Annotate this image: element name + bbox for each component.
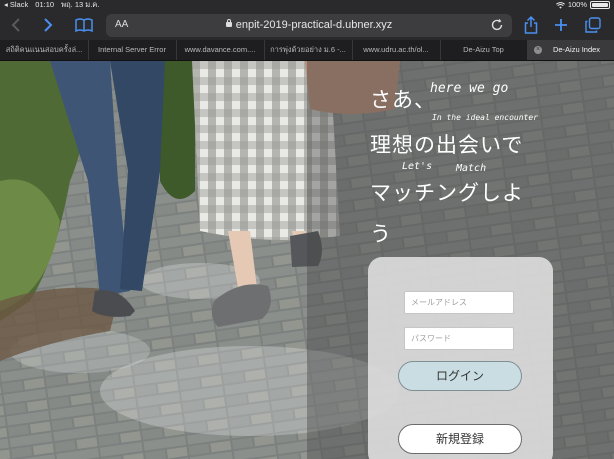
tab-4[interactable]: การพุ่งด้วยอย่าง ม.6 -... (264, 40, 353, 60)
headline-line-3: マッチングしよ (370, 181, 524, 205)
tab-label: De-Aizu Top (463, 45, 504, 54)
headline-line-4: う (370, 222, 392, 246)
hand-note-1: here we go (430, 81, 509, 96)
status-time: 01:10 (35, 0, 55, 9)
register-button[interactable]: 新規登録 (398, 424, 522, 454)
tab-label: การพุ่งด้วยอย่าง ม.6 -... (270, 45, 346, 54)
tab-label: www.davance.com.... (184, 45, 256, 54)
back-to-app-label[interactable]: ◂ Slack (4, 0, 28, 9)
reload-icon[interactable] (491, 18, 504, 32)
bookmarks-icon[interactable] (74, 15, 94, 35)
close-tab-icon[interactable]: × (534, 46, 542, 54)
tab-2[interactable]: Internal Server Error (88, 40, 177, 60)
status-bar: ◂ Slack 01:10 พฤ. 13 ม.ค. 100% (0, 0, 614, 10)
battery-percent: 100% (567, 0, 587, 9)
headline-line-2: 理想の出会いで (370, 133, 524, 157)
url-text: enpit-2019-practical-d.ubner.xyz (235, 19, 393, 31)
forward-icon[interactable] (38, 15, 58, 35)
tab-label: De-Aizu Index (552, 45, 601, 54)
headline-line-1: さあ、 (370, 88, 436, 112)
hand-note-3: Let's (402, 161, 433, 172)
wifi-icon (555, 1, 565, 9)
tab-5[interactable]: www.udru.ac.th/ol... (352, 40, 441, 60)
share-icon[interactable] (521, 15, 541, 35)
battery-icon (590, 1, 610, 9)
status-date: พฤ. 13 ม.ค. (61, 0, 100, 9)
password-field[interactable] (404, 327, 514, 350)
hand-note-2: In the ideal encounter (432, 113, 538, 122)
tab-label: สถิติคนแนนสอบครั้งล่... (5, 45, 83, 54)
tab-label: Internal Server Error (98, 45, 166, 54)
login-button[interactable]: ログイン (398, 361, 522, 391)
tab-label: www.udru.ac.th/ol... (363, 45, 429, 54)
tabs-overview-icon[interactable] (583, 15, 603, 35)
tab-1[interactable]: สถิติคนแนนสอบครั้งล่... (0, 40, 89, 60)
browser-toolbar: AA enpit-2019-practical-d.ubner.xyz (0, 10, 614, 40)
back-icon[interactable] (6, 15, 26, 35)
lock-icon (225, 19, 232, 27)
tab-3[interactable]: www.davance.com.... (176, 40, 265, 60)
tab-active[interactable]: × De-Aizu Index (527, 40, 614, 60)
address-bar[interactable]: AA enpit-2019-practical-d.ubner.xyz (106, 14, 512, 37)
new-tab-icon[interactable] (551, 15, 571, 35)
web-content: さあ、 理想の出会いで マッチングしよ う here we go In the … (0, 61, 614, 459)
email-field[interactable] (404, 291, 514, 314)
hand-note-4: Match (456, 163, 487, 174)
tab-bar: สถิติคนแนนสอบครั้งล่... Internal Server … (0, 40, 614, 61)
tab-6[interactable]: De-Aizu Top (440, 40, 528, 60)
